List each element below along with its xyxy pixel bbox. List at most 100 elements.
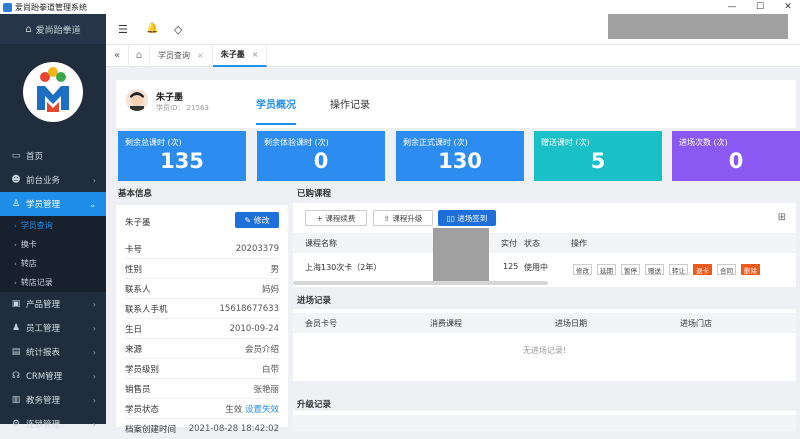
window-title: 爱尚跆拳道管理系统 — [15, 2, 87, 12]
tab-label: 学员查询 — [158, 51, 190, 60]
sidebar-item-chain[interactable]: ⚙ 连锁管理 › — [0, 412, 106, 436]
basic-info-title: 基本信息 — [118, 189, 153, 199]
sidebar-subitem-transfer[interactable]: › 转店 — [0, 254, 106, 273]
col-entry-store: 进场门店 — [680, 319, 712, 328]
person-icon: ♟ — [11, 323, 21, 333]
info-value: 张艳丽 — [253, 384, 279, 395]
menu-toggle-icon[interactable]: ☰ — [118, 23, 128, 36]
info-key: 联系人 — [125, 284, 151, 295]
set-invalid-link[interactable]: 设置失效 — [245, 405, 279, 415]
entry-records-card: 会员卡号 消费课程 进场日期 进场门店 无进场记录! — [293, 309, 796, 381]
tab-overview[interactable]: 学员概况 — [256, 96, 296, 125]
top-toolbar: ☰ 🔔 ◇ — [106, 14, 800, 45]
box-icon: ▣ — [11, 299, 21, 309]
course-status-cell: 使用中 — [524, 263, 548, 272]
empty-entry-message: 无进场记录! — [522, 346, 567, 355]
chevron-right-icon: › — [92, 299, 96, 309]
stat-gift-lessons: 赠送课时 (次) 5 — [534, 131, 662, 181]
col-paid: 实付 — [501, 239, 517, 248]
chevron-right-icon: › — [14, 259, 17, 268]
chevron-right-icon: › — [14, 240, 17, 249]
sidebar-item-crm[interactable]: ☊ CRM管理 › — [0, 364, 106, 388]
op-gift-button[interactable]: 赠送 — [645, 264, 664, 275]
tab-strip: « ⌂ 学员查询 × 朱子墨 × — [106, 44, 800, 67]
info-row-source: 来源 会员介绍 — [125, 339, 279, 359]
chain-icon: ⚙ — [11, 419, 21, 429]
minimize-button[interactable]: — — [720, 0, 744, 14]
tab-label: 朱子墨 — [220, 50, 245, 59]
horizontal-scrollbar[interactable] — [293, 281, 548, 285]
info-row-card: 卡号 20203379 — [125, 239, 279, 259]
main-content: 朱子墨 学员ID： 21563 学员概况 操作记录 剩余总课时 (次) 135 … — [106, 67, 800, 435]
entry-records-title: 进场记录 — [297, 296, 332, 306]
stat-value: 5 — [590, 149, 606, 173]
info-key: 档案创建时间 — [125, 425, 177, 435]
sidebar-item-label: 产品管理 — [26, 300, 61, 310]
tab-student-query[interactable]: 学员查询 × — [150, 44, 213, 67]
brand-logo — [23, 62, 83, 122]
sidebar-item-front-desk[interactable]: ☻ 前台业务 › — [0, 168, 106, 192]
op-transfer-button[interactable]: 转让 — [669, 264, 688, 275]
stat-value: 135 — [160, 149, 204, 173]
sidebar-item-reports[interactable]: ▤ 统计报表 › — [0, 340, 106, 364]
upgrade-course-button[interactable]: ⇧ 课程升级 — [373, 210, 433, 226]
grid-view-icon[interactable]: ⊞ — [778, 212, 786, 223]
redacted-user-area — [608, 14, 788, 39]
sidebar-subitem-change-card[interactable]: › 换卡 — [0, 235, 106, 254]
col-operations: 操作 — [571, 239, 587, 248]
info-row-birthday: 生日 2010-09-24 — [125, 319, 279, 339]
tag-icon[interactable]: ◇ — [174, 23, 182, 36]
info-key: 卡号 — [125, 244, 143, 255]
avatar — [126, 89, 148, 111]
tab-student-detail[interactable]: 朱子墨 × — [212, 44, 268, 67]
op-refund-button[interactable]: 退卡 — [693, 264, 712, 275]
home-icon: ⌂ — [25, 23, 32, 35]
op-pause-button[interactable]: 暂停 — [621, 264, 640, 275]
bell-icon[interactable]: 🔔 — [146, 23, 158, 34]
stat-value: 0 — [728, 149, 744, 173]
sidebar-item-label: 学员管理 — [26, 200, 61, 210]
brand-bar[interactable]: ⌂ 爱尚跆拳道 — [0, 14, 106, 44]
op-contract-button[interactable]: 合同 — [717, 264, 736, 275]
sidebar-item-student[interactable]: ♙ 学员管理 ⌄ — [0, 192, 106, 216]
collapse-icon[interactable]: « — [106, 50, 128, 61]
info-row-contact-phone: 联系人手机 15618677633 — [125, 299, 279, 319]
stat-label: 剩余体验课时 (次) — [264, 138, 329, 147]
close-icon[interactable]: × — [197, 51, 204, 60]
course-paid-cell: 125 — [503, 262, 519, 271]
check-in-button[interactable]: ▯▯ 进场签到 — [438, 210, 496, 226]
app-icon — [3, 2, 12, 12]
sidebar-subitem-label: 转店记录 — [20, 278, 53, 287]
sidebar-item-label: 统计报表 — [26, 348, 61, 358]
edit-button[interactable]: ✎ 修改 — [235, 212, 279, 228]
stat-total-remaining: 剩余总课时 (次) 135 — [118, 131, 246, 181]
col-course: 消费课程 — [430, 319, 462, 328]
title-bar: 爱尚跆拳道管理系统 — ☐ ✕ — [0, 0, 800, 14]
sidebar-item-label: 前台业务 — [26, 176, 61, 186]
close-icon[interactable]: × — [252, 50, 259, 59]
renew-course-button[interactable]: + 课程续费 — [305, 210, 367, 226]
sidebar-subitem-student-query[interactable]: › 学员查询 — [0, 216, 106, 235]
op-extend-button[interactable]: 延期 — [597, 264, 616, 275]
monitor-icon: ▭ — [11, 151, 21, 161]
home-tab-icon[interactable]: ⌂ — [128, 44, 150, 67]
chevron-right-icon: › — [14, 221, 17, 230]
chevron-right-icon: › — [92, 175, 96, 185]
info-value: 男 — [270, 264, 279, 275]
maximize-button[interactable]: ☐ — [748, 0, 772, 14]
sidebar-item-academic[interactable]: ▥ 教务管理 › — [0, 388, 106, 412]
tab-operation-log[interactable]: 操作记录 — [330, 96, 370, 111]
chevron-right-icon: › — [92, 419, 96, 429]
info-row-created: 档案创建时间 2021-08-28 18:42:02 — [125, 419, 279, 439]
info-key: 性别 — [125, 264, 143, 275]
stat-trial-remaining: 剩余体验课时 (次) 0 — [257, 131, 385, 181]
op-delete-button[interactable]: 删除 — [741, 264, 760, 275]
op-edit-button[interactable]: 修改 — [573, 264, 592, 275]
info-value: 2021-08-28 18:42:02 — [188, 424, 279, 434]
sidebar-item-staff[interactable]: ♟ 员工管理 › — [0, 316, 106, 340]
sidebar-item-home[interactable]: ▭ 首页 — [0, 144, 106, 168]
sidebar-item-product[interactable]: ▣ 产品管理 › — [0, 292, 106, 316]
close-button[interactable]: ✕ — [776, 0, 800, 14]
sidebar-subitem-transfer-log[interactable]: › 转店记录 — [0, 273, 106, 292]
crm-icon: ☊ — [12, 371, 20, 381]
